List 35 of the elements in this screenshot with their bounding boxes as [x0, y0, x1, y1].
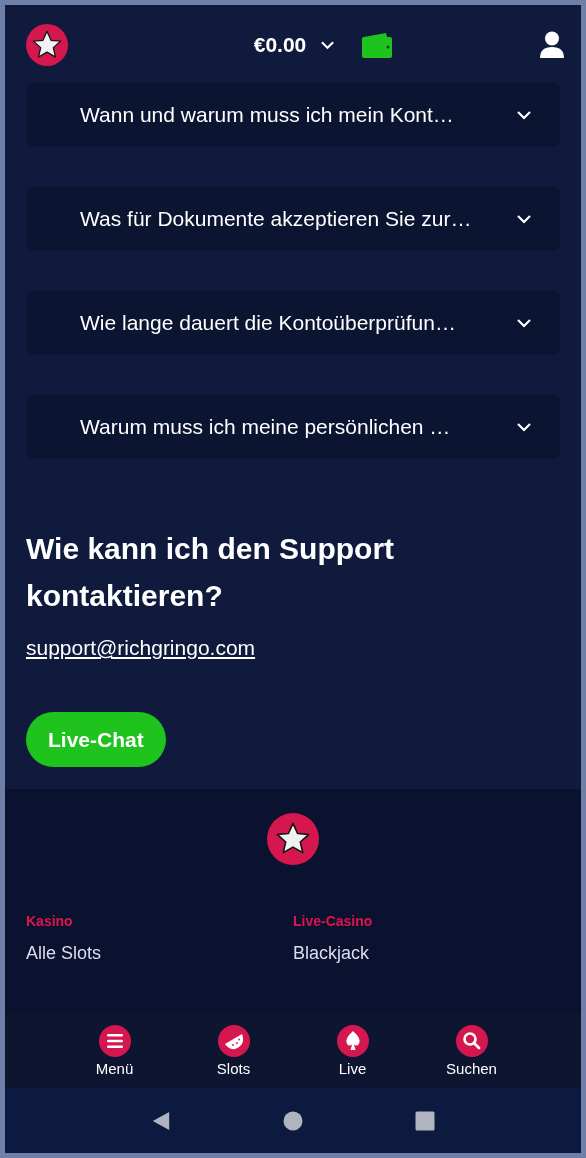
recents-icon[interactable]: [415, 1110, 435, 1131]
faq-question: Wann und warum muss ich mein Kont…: [80, 102, 454, 127]
home-icon[interactable]: [283, 1110, 303, 1131]
faq-item[interactable]: Warum muss ich meine persönlichen …: [26, 394, 560, 459]
section-heading: Wie kann ich den Support kontaktieren?: [26, 531, 396, 614]
faq-item[interactable]: Wann und warum muss ich mein Kont…: [26, 82, 560, 147]
watermelon-icon: [217, 1024, 250, 1057]
footer-link[interactable]: Blackjack: [293, 943, 560, 964]
nav-button[interactable]: Menü: [69, 1013, 160, 1088]
star-logo-icon: [267, 813, 319, 865]
wallet-icon[interactable]: [361, 31, 394, 59]
nav-button[interactable]: Suchen: [426, 1013, 517, 1088]
footer-column-title: Live-Casino: [293, 913, 374, 929]
footer-link[interactable]: Alle Slots: [26, 943, 293, 964]
chevron-down-icon: [516, 317, 532, 328]
footer-column-title: Kasino: [26, 913, 74, 929]
star-logo-icon[interactable]: [26, 24, 68, 66]
spade-icon: [336, 1024, 369, 1057]
faq-item[interactable]: Wie lange dauert die Kontoüberprüfun…: [26, 290, 560, 355]
menu-icon: [98, 1024, 131, 1057]
faq-item[interactable]: Was für Dokumente akzeptieren Sie zur…: [26, 186, 560, 251]
faq-question: Warum muss ich meine persönlichen …: [80, 414, 451, 439]
user-icon[interactable]: [539, 31, 565, 59]
search-icon: [455, 1024, 488, 1057]
email-link[interactable]: support@richgringo.com: [26, 636, 256, 659]
back-icon[interactable]: [151, 1110, 171, 1131]
nav-button[interactable]: Live: [307, 1013, 398, 1088]
chevron-down-icon: [516, 213, 532, 224]
faq-question: Wie lange dauert die Kontoüberprüfun…: [80, 310, 456, 335]
faq-question: Was für Dokumente akzeptieren Sie zur…: [80, 206, 472, 231]
balance-amount[interactable]: €0.00: [253, 33, 307, 57]
chevron-down-icon: [516, 421, 532, 432]
nav-button[interactable]: Slots: [188, 1013, 279, 1088]
chevron-down-icon[interactable]: [320, 40, 336, 50]
chevron-down-icon: [516, 109, 532, 120]
